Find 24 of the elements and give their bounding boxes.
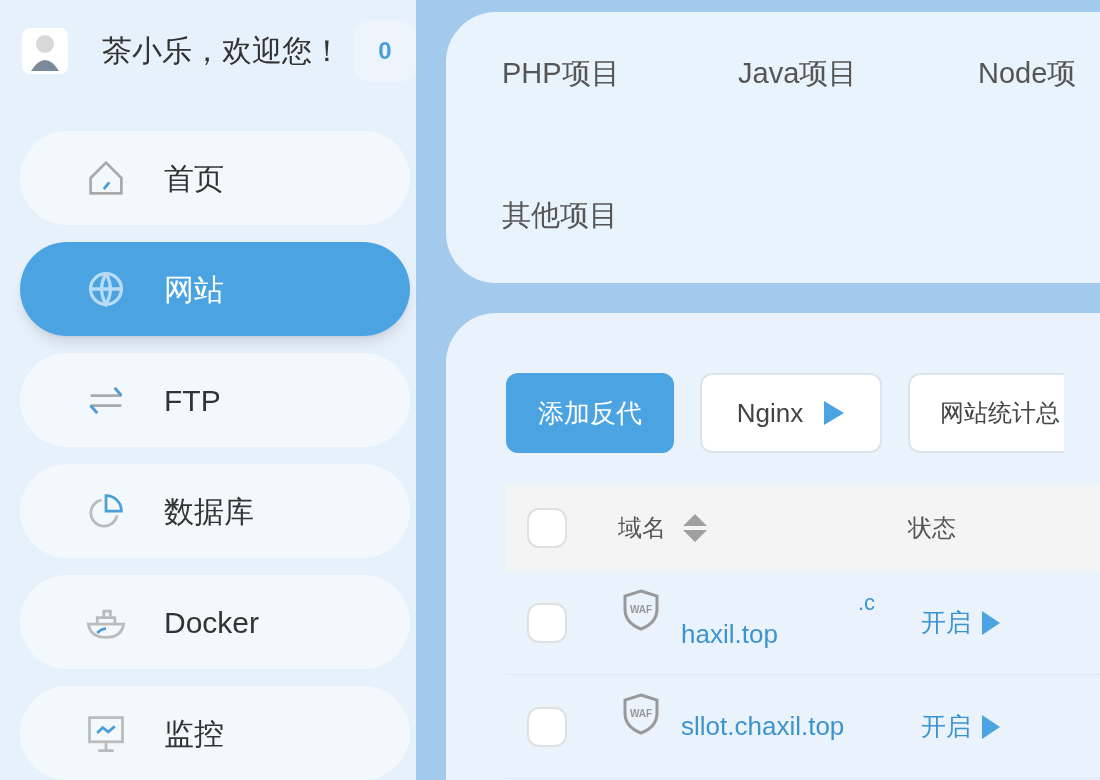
play-icon [981,609,1001,636]
project-tab[interactable]: Java项目 [738,52,978,96]
welcome-text: 茶小乐，欢迎您！ [102,33,342,69]
sidebar-item[interactable]: 数据库 [20,464,410,558]
row-checkbox[interactable] [527,706,567,747]
sidebar-item[interactable]: FTP [20,353,410,447]
project-tab[interactable]: Node项 [978,52,1100,96]
stats-button[interactable]: 网站统计总 [908,373,1064,453]
sidebar-item[interactable]: 首页 [20,131,410,225]
sidebar-item[interactable]: 监控 [20,686,410,780]
select-all-checkbox[interactable] [527,508,567,548]
sort-icon[interactable] [682,513,708,543]
nginx-button[interactable]: Nginx [700,373,882,453]
sidebar-item[interactable]: Docker [20,575,410,669]
row-checkbox[interactable] [527,602,567,643]
column-header: 状态 [908,513,956,543]
column-header[interactable]: 域名 [618,510,666,546]
play-icon [981,713,1001,740]
waf-label: WAF [629,604,653,615]
project-tab[interactable]: PHP项目 [502,52,738,96]
play-icon [823,400,846,426]
domain-fragment: .c [857,591,875,615]
project-tab[interactable]: 其他项目 [502,193,738,237]
waf-label: WAF [629,708,653,719]
